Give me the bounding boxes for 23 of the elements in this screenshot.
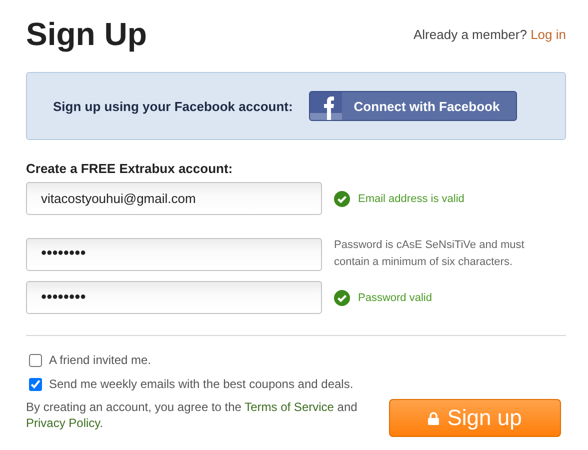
check-icon <box>334 290 350 306</box>
validation-message: Email address is valid <box>358 192 464 204</box>
checkbox[interactable] <box>29 378 42 390</box>
checkbox-label: Send me weekly emails with the best coupons and deals. <box>49 377 354 391</box>
terms-text: By creating an account, you agree to the Terms of Service and Privacy Policy. <box>26 399 358 431</box>
password-field[interactable]: •••••••• <box>26 238 322 270</box>
facebook-icon <box>310 92 342 120</box>
check-icon <box>334 190 350 206</box>
lock-icon <box>428 412 440 424</box>
checkbox[interactable] <box>29 354 42 366</box>
login-link[interactable]: Log in <box>530 26 566 42</box>
password-field[interactable]: •••••••• <box>26 281 322 314</box>
terms-link[interactable]: Terms of Service <box>244 400 334 414</box>
validation-message: Password valid <box>358 292 432 304</box>
facebook-label: Sign up using your Facebook account: <box>53 98 293 114</box>
connect-facebook-button[interactable]: Connect with Facebook <box>308 91 517 121</box>
email-field[interactable]: vitacostyouhui@gmail.com <box>26 182 322 215</box>
password-hint: Password is cAsE SeNsiTiVe and must contain a minimum of six characters. <box>334 238 526 270</box>
page-title: Sign Up <box>26 16 147 52</box>
checkbox-label: A friend invited me. <box>49 353 152 367</box>
form-heading: Create a FREE Extrabux account: <box>26 161 234 176</box>
member-prompt: Already a member? Log in <box>414 26 566 42</box>
privacy-link[interactable]: Privacy Policy <box>26 416 100 430</box>
